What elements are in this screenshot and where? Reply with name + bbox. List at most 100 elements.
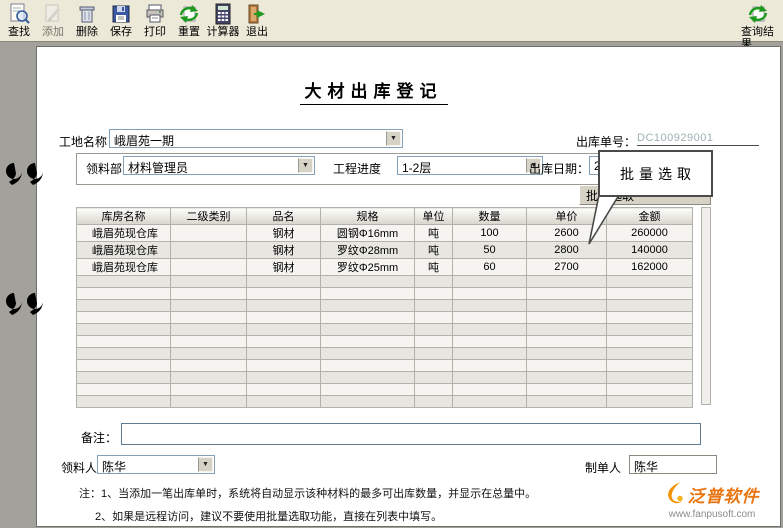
table-cell[interactable]: [607, 384, 693, 396]
table-cell[interactable]: [171, 312, 247, 324]
table-row[interactable]: [77, 396, 693, 408]
table-cell[interactable]: [247, 300, 321, 312]
table-cell[interactable]: [415, 348, 453, 360]
table-cell[interactable]: [607, 312, 693, 324]
table-cell[interactable]: [527, 300, 607, 312]
table-row[interactable]: [77, 300, 693, 312]
table-cell[interactable]: 吨: [415, 259, 453, 276]
table-cell[interactable]: [453, 324, 527, 336]
table-cell[interactable]: [171, 276, 247, 288]
table-cell[interactable]: [607, 336, 693, 348]
table-cell[interactable]: [527, 336, 607, 348]
table-cell[interactable]: [527, 312, 607, 324]
table-row[interactable]: 峨眉苑现仓库钢材罗纹Φ25mm吨602700162000: [77, 259, 693, 276]
table-cell[interactable]: [247, 336, 321, 348]
table-cell[interactable]: [453, 300, 527, 312]
table-cell[interactable]: [453, 348, 527, 360]
table-cell[interactable]: 50: [453, 242, 527, 259]
table-cell[interactable]: [527, 324, 607, 336]
table-cell[interactable]: [415, 372, 453, 384]
calculator-button[interactable]: 计算器: [206, 1, 240, 38]
table-cell[interactable]: [171, 336, 247, 348]
table-cell[interactable]: [607, 288, 693, 300]
dept-select[interactable]: 材料管理员 ▼: [123, 156, 315, 175]
table-cell[interactable]: [321, 324, 415, 336]
column-header[interactable]: 数量: [453, 208, 527, 225]
table-cell[interactable]: [607, 396, 693, 408]
delete-button[interactable]: 删除: [70, 1, 104, 38]
save-button[interactable]: 保存: [104, 1, 138, 38]
table-cell[interactable]: [171, 360, 247, 372]
table-cell[interactable]: [607, 348, 693, 360]
table-cell[interactable]: [453, 372, 527, 384]
table-cell[interactable]: 罗纹Φ28mm: [321, 242, 415, 259]
table-cell[interactable]: [247, 348, 321, 360]
table-cell[interactable]: [247, 360, 321, 372]
table-cell[interactable]: [415, 276, 453, 288]
table-cell[interactable]: 峨眉苑现仓库: [77, 225, 171, 242]
table-row[interactable]: [77, 336, 693, 348]
progress-select[interactable]: 1-2层 ▼: [397, 156, 543, 175]
table-row[interactable]: [77, 348, 693, 360]
table-cell[interactable]: [171, 396, 247, 408]
table-cell[interactable]: [77, 372, 171, 384]
table-cell[interactable]: [77, 300, 171, 312]
table-cell[interactable]: [607, 360, 693, 372]
table-cell[interactable]: 60: [453, 259, 527, 276]
table-cell[interactable]: [607, 276, 693, 288]
table-row[interactable]: [77, 360, 693, 372]
query-result-button[interactable]: 查询结果: [741, 1, 775, 50]
table-cell[interactable]: [453, 336, 527, 348]
table-cell[interactable]: [77, 336, 171, 348]
table-cell[interactable]: [415, 324, 453, 336]
table-cell[interactable]: [415, 312, 453, 324]
table-cell[interactable]: [77, 396, 171, 408]
column-header[interactable]: 规格: [321, 208, 415, 225]
table-cell[interactable]: 钢材: [247, 259, 321, 276]
table-cell[interactable]: [171, 324, 247, 336]
table-cell[interactable]: 100: [453, 225, 527, 242]
site-name-select[interactable]: 峨眉苑一期 ▼: [109, 129, 403, 148]
table-row[interactable]: [77, 312, 693, 324]
table-cell[interactable]: [321, 384, 415, 396]
table-cell[interactable]: [527, 372, 607, 384]
table-cell[interactable]: 吨: [415, 242, 453, 259]
table-cell[interactable]: [527, 360, 607, 372]
table-cell[interactable]: [453, 396, 527, 408]
table-cell[interactable]: [321, 288, 415, 300]
table-cell[interactable]: [527, 288, 607, 300]
remark-input[interactable]: [121, 423, 701, 445]
table-cell[interactable]: [321, 360, 415, 372]
table-cell[interactable]: [453, 312, 527, 324]
table-cell[interactable]: [415, 336, 453, 348]
table-cell[interactable]: [321, 396, 415, 408]
table-cell[interactable]: [415, 384, 453, 396]
column-header[interactable]: 单位: [415, 208, 453, 225]
column-header[interactable]: 品名: [247, 208, 321, 225]
table-cell[interactable]: [247, 372, 321, 384]
table-cell[interactable]: [321, 336, 415, 348]
table-cell[interactable]: [77, 288, 171, 300]
table-cell[interactable]: [171, 242, 247, 259]
table-cell[interactable]: [415, 300, 453, 312]
table-cell[interactable]: [77, 348, 171, 360]
table-cell[interactable]: [77, 324, 171, 336]
table-cell[interactable]: [171, 259, 247, 276]
table-scrollbar[interactable]: [701, 207, 711, 405]
table-cell[interactable]: [171, 225, 247, 242]
table-cell[interactable]: [607, 300, 693, 312]
table-cell[interactable]: [607, 324, 693, 336]
table-cell[interactable]: 2700: [527, 259, 607, 276]
table-cell[interactable]: [77, 276, 171, 288]
table-row[interactable]: [77, 324, 693, 336]
table-cell[interactable]: [247, 324, 321, 336]
table-cell[interactable]: [171, 372, 247, 384]
table-cell[interactable]: [247, 276, 321, 288]
table-row[interactable]: [77, 372, 693, 384]
table-cell[interactable]: [607, 372, 693, 384]
table-cell[interactable]: [171, 384, 247, 396]
table-cell[interactable]: [77, 312, 171, 324]
table-cell[interactable]: [453, 384, 527, 396]
print-button[interactable]: 打印: [138, 1, 172, 38]
table-cell[interactable]: 峨眉苑现仓库: [77, 259, 171, 276]
